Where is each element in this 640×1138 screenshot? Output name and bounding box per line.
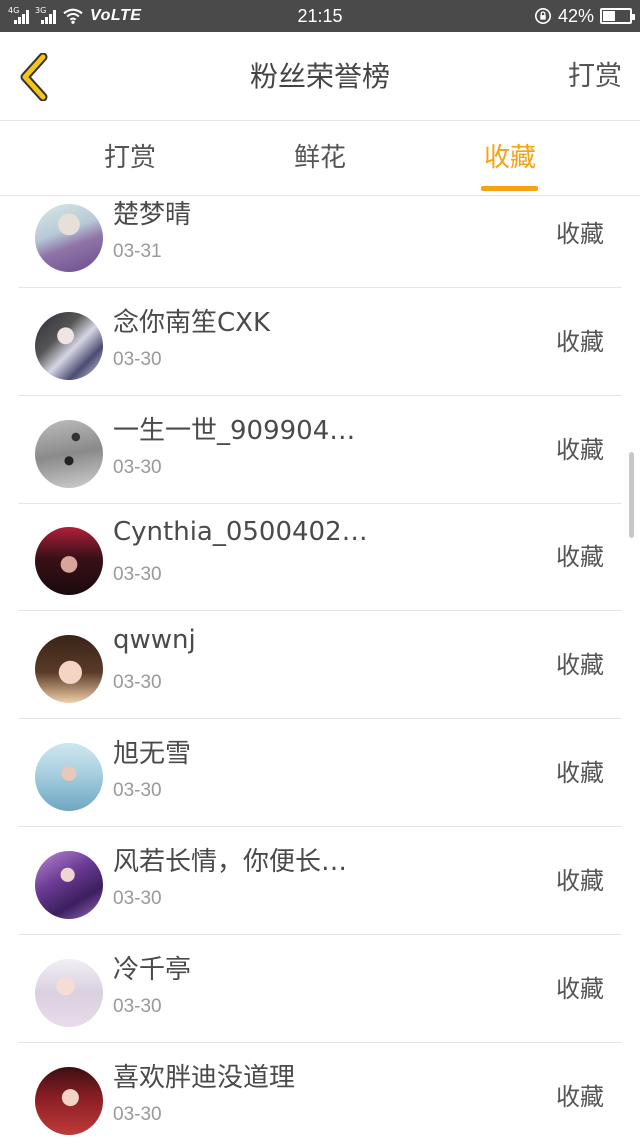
list-item[interactable]: qwwnj 03-30 收藏 <box>18 611 622 719</box>
avatar[interactable] <box>35 743 103 811</box>
action-label: 收藏 <box>556 436 604 464</box>
action-label: 收藏 <box>556 759 604 787</box>
list-item[interactable]: 念你南笙CXK 03-30 收藏 <box>18 288 622 396</box>
user-name: 楚梦晴 <box>113 200 192 230</box>
action-label: 收藏 <box>556 220 604 248</box>
avatar[interactable] <box>35 959 103 1027</box>
user-name: 喜欢胖迪没道理 <box>113 1063 296 1093</box>
user-name: 一生一世_909904… <box>113 416 356 446</box>
app-header: 粉丝荣誉榜 打赏 <box>0 32 640 121</box>
user-date: 03-30 <box>113 564 162 585</box>
battery-icon <box>600 8 635 24</box>
user-name: 风若长情，你便长… <box>113 847 348 877</box>
action-label: 收藏 <box>556 651 604 679</box>
avatar[interactable] <box>35 1067 103 1135</box>
action-label: 收藏 <box>556 975 604 1003</box>
page-title: 粉丝荣誉榜 <box>249 60 390 93</box>
action-label: 收藏 <box>556 543 604 571</box>
action-label: 收藏 <box>556 867 604 895</box>
tab-reward[interactable]: 打赏 <box>60 121 200 196</box>
battery-percent: 42% <box>557 5 594 26</box>
user-date: 03-30 <box>113 888 162 909</box>
avatar[interactable] <box>35 851 103 919</box>
avatar[interactable] <box>35 635 103 703</box>
status-bar: 4G 3G VoLTE 21:15 42% <box>0 0 640 32</box>
list-item[interactable]: 风若长情，你便长… 03-30 收藏 <box>18 827 622 935</box>
action-label: 收藏 <box>556 328 604 356</box>
user-date: 03-30 <box>113 672 162 693</box>
user-name: 念你南笙CXK <box>113 308 271 338</box>
tab-favorites[interactable]: 收藏 <box>440 121 580 196</box>
active-tab-indicator <box>481 186 538 191</box>
user-date: 03-30 <box>113 457 162 478</box>
avatar[interactable] <box>35 527 103 595</box>
list-item[interactable]: 喜欢胖迪没道理 03-30 收藏 <box>18 1043 622 1138</box>
user-date: 03-30 <box>113 780 162 801</box>
user-date: 03-30 <box>113 1104 162 1125</box>
user-name: 旭无雪 <box>113 739 192 769</box>
list-item[interactable]: 冷千亭 03-30 收藏 <box>18 935 622 1043</box>
user-date: 03-30 <box>113 996 162 1017</box>
user-name: Cynthia_0500402… <box>113 517 368 547</box>
chevron-left-icon <box>20 53 48 101</box>
status-right: 42% <box>534 0 635 32</box>
scrollbar[interactable] <box>629 452 634 538</box>
list-item[interactable]: 一生一世_909904… 03-30 收藏 <box>18 396 622 504</box>
back-button[interactable] <box>10 52 60 102</box>
user-name: qwwnj <box>113 625 196 655</box>
user-name: 冷千亭 <box>113 955 192 985</box>
tab-bar: 打赏 鲜花 收藏 <box>0 121 640 196</box>
reward-button[interactable]: 打赏 <box>568 32 622 121</box>
list-item[interactable]: Cynthia_0500402… 03-30 收藏 <box>18 503 622 611</box>
rotation-lock-icon <box>534 7 551 25</box>
avatar[interactable] <box>35 312 103 380</box>
fan-list: 楚梦晴 03-31 收藏 念你南笙CXK 03-30 收藏 一生一世_90990… <box>0 196 640 1138</box>
user-date: 03-31 <box>113 241 162 262</box>
user-date: 03-30 <box>113 349 162 370</box>
avatar[interactable] <box>35 420 103 488</box>
tab-flowers[interactable]: 鲜花 <box>250 121 390 196</box>
avatar[interactable] <box>35 204 103 272</box>
list-item[interactable]: 旭无雪 03-30 收藏 <box>18 719 622 827</box>
list-item[interactable]: 楚梦晴 03-31 收藏 <box>18 196 622 288</box>
action-label: 收藏 <box>556 1083 604 1111</box>
